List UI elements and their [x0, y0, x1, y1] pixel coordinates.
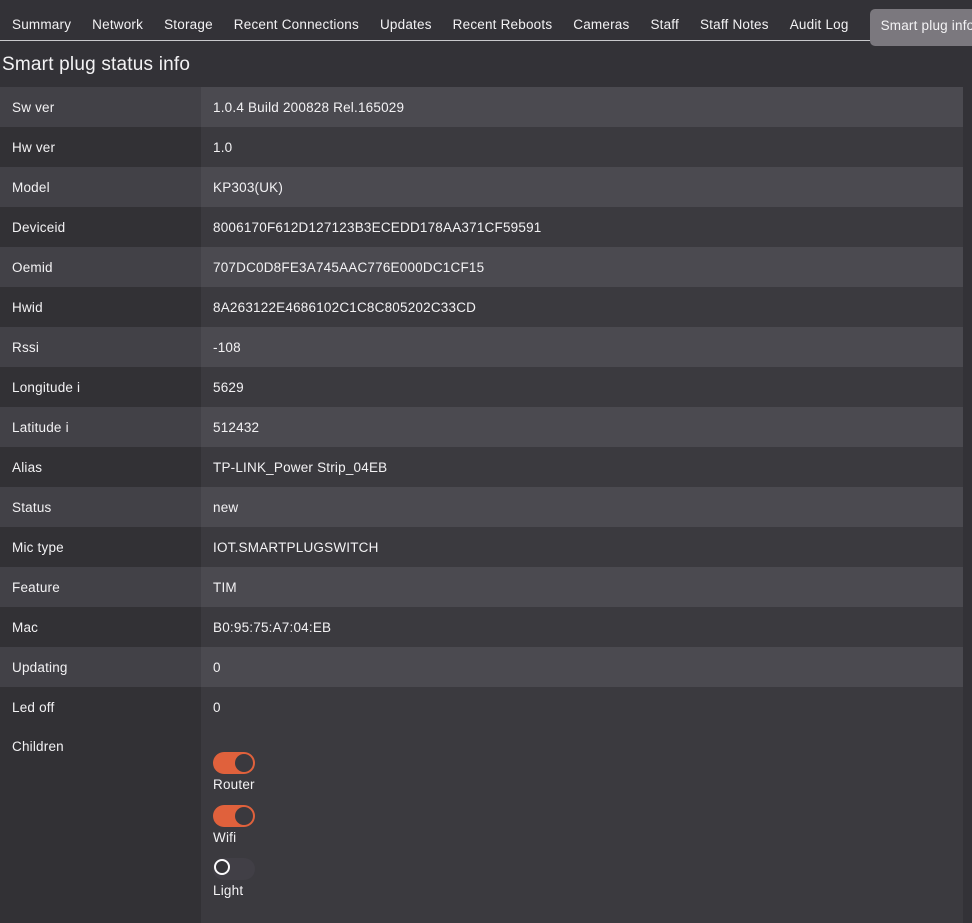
row-label: Feature: [0, 567, 201, 607]
tab[interactable]: Summary: [12, 9, 71, 40]
toggle-switch[interactable]: [213, 805, 255, 827]
tab[interactable]: Network: [92, 9, 143, 40]
row-value: new: [201, 487, 963, 527]
table-row: Mic type IOT.SMARTPLUGSWITCH: [0, 527, 963, 567]
children-toggle-list: Router Wifi Light: [201, 727, 963, 923]
row-label: Alias: [0, 447, 201, 487]
row-value: TP-LINK_Power Strip_04EB: [201, 447, 963, 487]
row-value: -108: [201, 327, 963, 367]
row-label: Model: [0, 167, 201, 207]
table-row: Model KP303(UK): [0, 167, 963, 207]
toggle-label: Light: [213, 883, 951, 898]
row-value: 5629: [201, 367, 963, 407]
table-row: Updating 0: [0, 647, 963, 687]
row-value: B0:95:75:A7:04:EB: [201, 607, 963, 647]
row-label: Rssi: [0, 327, 201, 367]
row-label: Mic type: [0, 527, 201, 567]
row-value: 0: [201, 687, 963, 727]
table-row: Rssi -108: [0, 327, 963, 367]
table-row: Sw ver 1.0.4 Build 200828 Rel.165029: [0, 87, 963, 127]
tab-bar-underline: [0, 40, 972, 41]
tab[interactable]: Smart plug info: [870, 9, 972, 46]
row-value: IOT.SMARTPLUGSWITCH: [201, 527, 963, 567]
row-label: Children: [0, 727, 201, 923]
toggle-switch[interactable]: [213, 752, 255, 774]
row-label: Sw ver: [0, 87, 201, 127]
row-value: KP303(UK): [201, 167, 963, 207]
row-label: Latitude i: [0, 407, 201, 447]
table-row: Status new: [0, 487, 963, 527]
table-row: Alias TP-LINK_Power Strip_04EB: [0, 447, 963, 487]
row-label: Oemid: [0, 247, 201, 287]
table-row: Latitude i 512432: [0, 407, 963, 447]
tab[interactable]: Updates: [380, 9, 432, 40]
tab[interactable]: Cameras: [573, 9, 629, 40]
row-label: Hwid: [0, 287, 201, 327]
row-value: 707DC0D8FE3A745AAC776E000DC1CF15: [201, 247, 963, 287]
row-value: 0: [201, 647, 963, 687]
toggle-switch[interactable]: [213, 858, 255, 880]
tab[interactable]: Recent Connections: [234, 9, 359, 40]
status-rows: Sw ver 1.0.4 Build 200828 Rel.165029 Hw …: [0, 87, 963, 727]
row-value: 1.0.4 Build 200828 Rel.165029: [201, 87, 963, 127]
toggle-knob-icon: [235, 807, 253, 825]
children-row: Children Router Wifi: [0, 727, 963, 923]
row-value: 512432: [201, 407, 963, 447]
toggle-group: Light: [213, 858, 951, 898]
tab[interactable]: Recent Reboots: [453, 9, 553, 40]
table-row: Oemid 707DC0D8FE3A745AAC776E000DC1CF15: [0, 247, 963, 287]
toggle-label: Router: [213, 777, 951, 792]
toggle-knob-icon: [235, 754, 253, 772]
row-label: Longitude i: [0, 367, 201, 407]
row-label: Status: [0, 487, 201, 527]
toggle-group: Router: [213, 752, 951, 792]
tab[interactable]: Staff: [650, 9, 679, 40]
row-label: Updating: [0, 647, 201, 687]
table-row: Deviceid 8006170F612D127123B3ECEDD178AA3…: [0, 207, 963, 247]
row-label: Mac: [0, 607, 201, 647]
table-row: Hwid 8A263122E4686102C1C8C805202C33CD: [0, 287, 963, 327]
tab[interactable]: Staff Notes: [700, 9, 769, 40]
row-value: 8A263122E4686102C1C8C805202C33CD: [201, 287, 963, 327]
table-row: Feature TIM: [0, 567, 963, 607]
table-row: Led off 0: [0, 687, 963, 727]
tab-bar: Summary Network Storage Recent Connectio…: [0, 0, 972, 44]
row-value: 1.0: [201, 127, 963, 167]
page-title: Smart plug status info: [0, 44, 972, 87]
smart-plug-status-table: Sw ver 1.0.4 Build 200828 Rel.165029 Hw …: [0, 87, 963, 923]
tab[interactable]: Storage: [164, 9, 213, 40]
toggle-knob-icon: [214, 859, 230, 875]
row-value: TIM: [201, 567, 963, 607]
table-row: Mac B0:95:75:A7:04:EB: [0, 607, 963, 647]
row-label: Hw ver: [0, 127, 201, 167]
tab[interactable]: Audit Log: [790, 9, 849, 40]
tab-list: Summary Network Storage Recent Connectio…: [12, 6, 972, 43]
row-label: Deviceid: [0, 207, 201, 247]
toggle-label: Wifi: [213, 830, 951, 845]
row-value: 8006170F612D127123B3ECEDD178AA371CF59591: [201, 207, 963, 247]
toggle-group: Wifi: [213, 805, 951, 845]
row-label: Led off: [0, 687, 201, 727]
table-row: Longitude i 5629: [0, 367, 963, 407]
table-row: Hw ver 1.0: [0, 127, 963, 167]
